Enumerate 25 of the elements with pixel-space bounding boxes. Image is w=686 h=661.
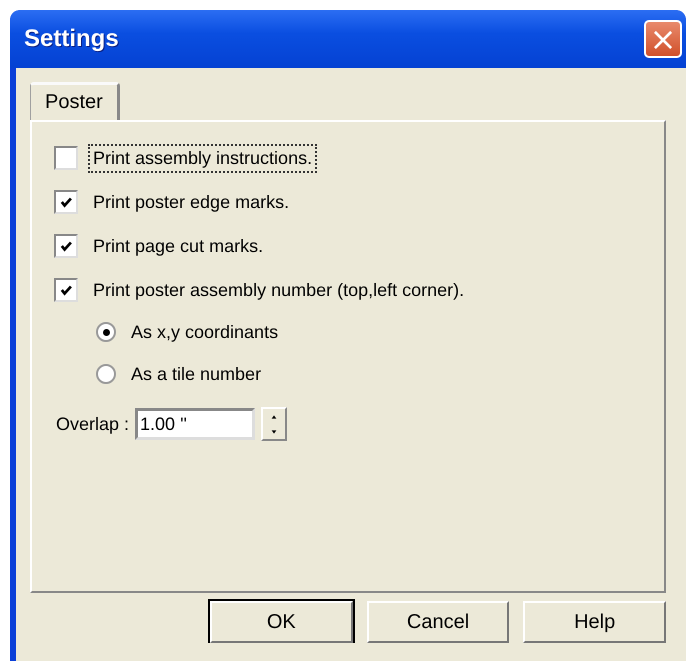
checkbox-label[interactable]: Print assembly instructions. (88, 144, 318, 172)
overlap-field[interactable]: 1.00 '' (135, 408, 256, 440)
checkbox[interactable] (54, 278, 78, 302)
dialog-button[interactable]: Cancel (366, 601, 510, 643)
dialog-button[interactable]: OK (210, 601, 353, 643)
checkbox-label[interactable]: Print poster assembly number (top,left corner). (88, 276, 470, 304)
dialog-button[interactable]: Help (523, 601, 666, 643)
overlap-label: Overlap : (55, 414, 130, 434)
window-title: Settings (24, 25, 119, 53)
radio-label[interactable]: As x,y coordinants (126, 318, 284, 346)
checkbox-label[interactable]: Print poster edge marks. (88, 188, 294, 216)
radio-label[interactable]: As a tile number (126, 360, 266, 388)
checkmark-icon (59, 195, 73, 209)
tab[interactable]: Poster (30, 82, 120, 120)
spin-buttons[interactable] (261, 407, 288, 441)
up-arrow-icon (270, 412, 278, 420)
checkbox[interactable] (54, 234, 78, 258)
radio-button[interactable] (96, 364, 116, 384)
checkmark-icon (59, 239, 73, 253)
checkbox[interactable] (54, 146, 78, 170)
checkbox-label[interactable]: Print page cut marks. (88, 232, 268, 260)
checkmark-icon (59, 283, 73, 297)
checkbox[interactable] (54, 190, 78, 214)
down-arrow-icon (270, 428, 278, 436)
radio-button[interactable] (96, 322, 116, 342)
